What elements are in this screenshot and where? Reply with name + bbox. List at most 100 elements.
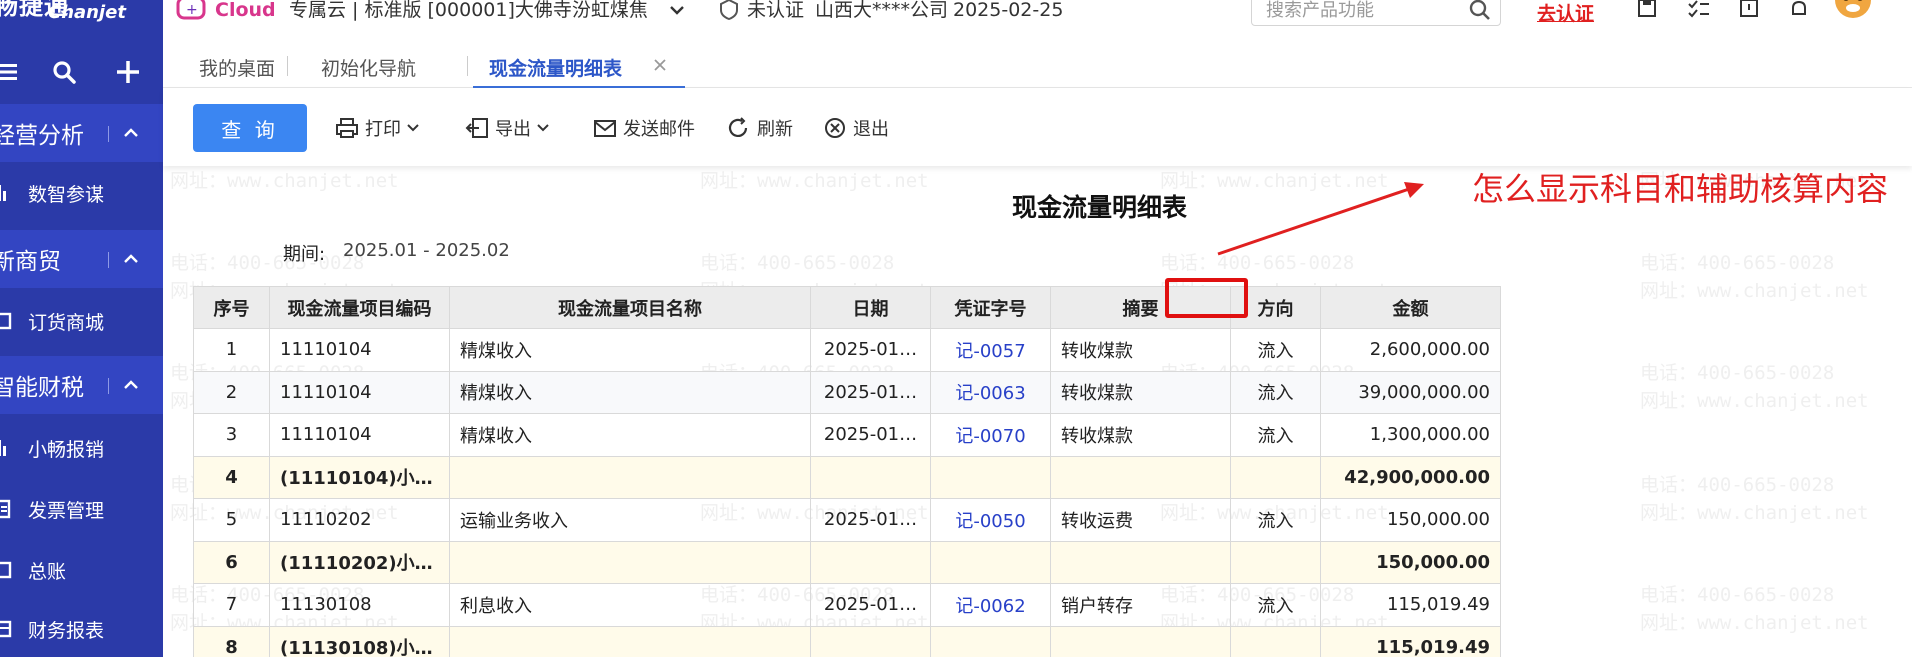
close-icon[interactable] (651, 56, 669, 74)
refresh-label: 刷新 (757, 119, 793, 140)
exit-label: 退出 (853, 119, 889, 140)
cash-flow-name: 精煤收入 (449, 370, 811, 414)
column-header[interactable]: 现金流量项目编码 (269, 286, 450, 329)
exit-button[interactable]: 退出 (823, 116, 889, 140)
table-header-row: 序号 现金流量项目编码 现金流量项目名称 日期 凭证字号 摘要 方向 金额 (193, 286, 1501, 329)
logo-subtext: Chanjet (48, 2, 126, 23)
exit-icon (825, 118, 845, 138)
sidebar-item-ledger[interactable]: 总账 (0, 539, 163, 601)
save-icon[interactable] (1633, 0, 1661, 22)
entry-summary (1050, 540, 1231, 584)
cash-flow-name: 利息收入 (449, 583, 811, 627)
svg-text:+: + (186, 2, 198, 18)
add-icon[interactable] (110, 52, 146, 92)
table-row[interactable]: 2 11110104 精煤收入 2025-01… 记-0063 转收煤款 流入 39,000,… (193, 370, 1501, 414)
sidebar-item-label: 发票管理 (28, 499, 105, 522)
cash-flow-table: 序号 现金流量项目编码 现金流量项目名称 日期 凭证字号 摘要 方向 金额 1 11110104… (193, 286, 1501, 657)
table-row[interactable]: 5 11110202 运输业务收入 2025-01… 记-0050 转收运费 流入 150,0… (193, 498, 1501, 542)
cash-flow-code: 11110202 (269, 498, 450, 542)
entry-summary: 转收煤款 (1050, 413, 1231, 457)
brand-logo[interactable]: 畅捷通 Chanjet (0, 0, 163, 30)
print-button[interactable]: 打印 (335, 116, 427, 140)
voucher-link[interactable]: 记-0062 (930, 583, 1051, 627)
search-input[interactable] (1252, 0, 1452, 25)
avatar[interactable] (1823, 0, 1879, 26)
entry-summary: 转收运费 (1050, 498, 1231, 542)
export-button[interactable]: 导出 (465, 116, 557, 140)
column-header[interactable]: 凭证字号 (930, 286, 1051, 329)
tab-my-desktop[interactable]: 我的桌面 (199, 54, 275, 81)
current-date: 2025-02-25 (953, 0, 1064, 21)
company-name: 山西大****公司 (815, 0, 949, 21)
tab-init-guide[interactable]: 初始化导航 (321, 54, 416, 81)
tab-cash-flow-detail[interactable]: 现金流量明细表 (489, 54, 622, 81)
cash-flow-name: 精煤收入 (449, 413, 811, 457)
notification-icon[interactable] (1785, 0, 1813, 22)
subtotal-row[interactable]: 4 (11110104)小… 42,900,000.00 (193, 455, 1501, 499)
voucher-link[interactable]: 记-0070 (930, 413, 1051, 457)
sidebar: 畅捷通 Chanjet 经营分析 数智参谋 新商贸 订货商城 智能财税 小畅报销… (0, 0, 163, 657)
sidebar-group-new-commerce[interactable]: 新商贸 (0, 230, 163, 288)
chevron-up-icon[interactable] (122, 250, 140, 272)
watermark-site: 网址：www.chanjet.net (1640, 280, 1869, 302)
refresh-button[interactable]: 刷新 (727, 116, 793, 140)
cash-flow-code: 11110104 (269, 413, 450, 457)
voucher-link[interactable]: 记-0063 (930, 370, 1051, 414)
sidebar-item-label: 订货商城 (28, 311, 105, 334)
sidebar-item-smart-advisor[interactable]: 数智参谋 (0, 162, 163, 224)
sidebar-item-invoice[interactable]: 发票管理 (0, 478, 163, 540)
column-header[interactable]: 现金流量项目名称 (449, 286, 811, 329)
search-icon[interactable] (1468, 0, 1492, 26)
flow-direction (1230, 455, 1321, 499)
chevron-up-icon[interactable] (122, 124, 140, 146)
query-button[interactable]: 查 询 (193, 104, 307, 152)
watermark-site: 网址：www.chanjet.net (1640, 390, 1869, 412)
certify-link[interactable]: 去认证 (1537, 4, 1594, 26)
column-header[interactable]: 日期 (810, 286, 931, 329)
table-row[interactable]: 1 11110104 精煤收入 2025-01… 记-0057 转收煤款 流入 2,600,0… (193, 328, 1501, 372)
watermark-phone: 电话：400-665-0028 (1160, 252, 1355, 274)
subtotal-row[interactable]: 6 (11110202)小… 150,000.00 (193, 540, 1501, 584)
annotation-highlight-box (1165, 278, 1248, 318)
period-value: 2025.01 - 2025.02 (343, 240, 510, 261)
column-header[interactable]: 序号 (193, 286, 270, 329)
entry-summary: 转收煤款 (1050, 370, 1231, 414)
row-number: 1 (193, 328, 270, 372)
watermark-site: 网址：www.chanjet.net (170, 170, 399, 192)
message-icon[interactable] (1735, 0, 1763, 22)
export-icon (465, 118, 488, 138)
watermark-phone: 电话：400-665-0028 (1640, 252, 1835, 274)
subtotal-row[interactable]: 8 (11130108)小… 115,019.49 (193, 625, 1501, 657)
voucher-link (930, 455, 1051, 499)
voucher-link[interactable]: 记-0057 (930, 328, 1051, 372)
voucher-link[interactable]: 记-0050 (930, 498, 1051, 542)
flow-direction: 流入 (1230, 370, 1321, 414)
flow-direction (1230, 625, 1321, 657)
product-info[interactable]: 专属云 | 标准版 [000001]大佛寺汾虹煤焦 (289, 0, 648, 22)
entry-date: 2025-01… (810, 328, 931, 372)
chevron-down-icon (407, 124, 419, 132)
sidebar-item-financial-reports[interactable]: 财务报表 (0, 598, 163, 657)
flow-direction: 流入 (1230, 583, 1321, 627)
entry-date: 2025-01… (810, 370, 931, 414)
column-header[interactable]: 金额 (1320, 286, 1501, 329)
divider (108, 252, 109, 268)
watermark-site: 网址：www.chanjet.net (1640, 502, 1869, 524)
sidebar-group-smart-tax[interactable]: 智能财税 (0, 356, 163, 414)
entry-date (810, 540, 931, 584)
menu-icon[interactable] (0, 52, 26, 92)
table-row[interactable]: 7 11130108 利息收入 2025-01… 记-0062 销户转存 流入 115,019… (193, 583, 1501, 627)
todo-list-icon[interactable] (1685, 0, 1713, 22)
chevron-down-icon[interactable] (663, 0, 691, 23)
search-icon[interactable] (46, 52, 82, 92)
chevron-up-icon[interactable] (122, 376, 140, 398)
sidebar-item-order-mall[interactable]: 订货商城 (0, 290, 163, 352)
send-mail-label: 发送邮件 (623, 119, 695, 140)
sidebar-item-expense[interactable]: 小畅报销 (0, 417, 163, 479)
entry-amount: 150,000.00 (1320, 498, 1501, 542)
export-label: 导出 (495, 119, 531, 140)
table-row[interactable]: 3 11110104 精煤收入 2025-01… 记-0070 转收煤款 流入 1,300,0… (193, 413, 1501, 457)
flow-direction: 流入 (1230, 413, 1321, 457)
send-mail-button[interactable]: 发送邮件 (593, 116, 695, 140)
sidebar-group-business-analysis[interactable]: 经营分析 (0, 104, 163, 162)
